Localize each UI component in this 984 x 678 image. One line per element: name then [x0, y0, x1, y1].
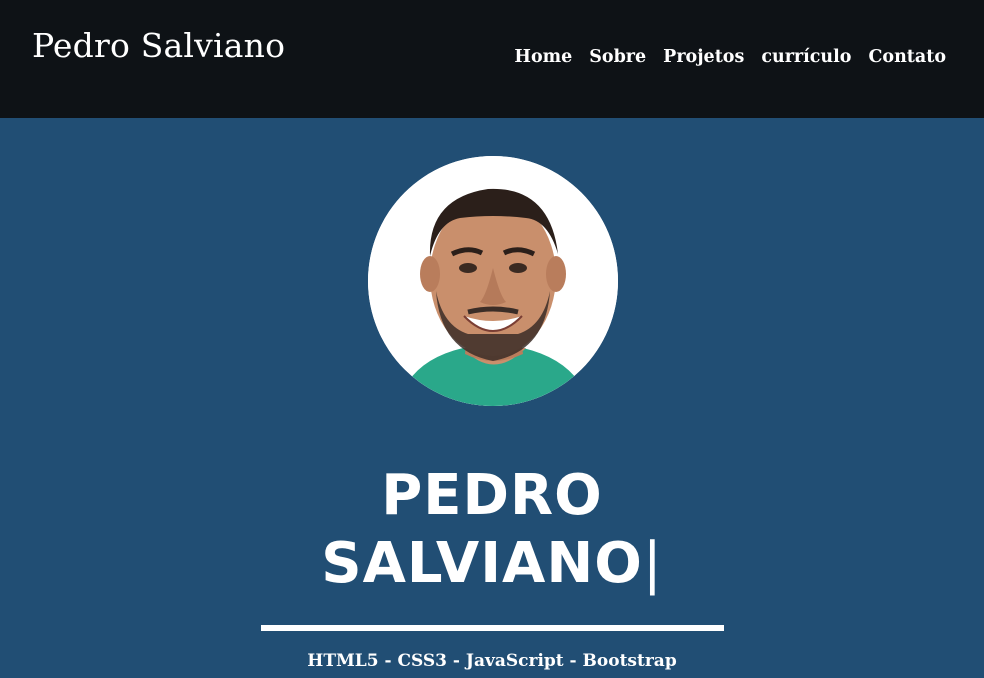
- nav-menu: Home Sobre Projetos currículo Contato: [514, 47, 946, 67]
- typing-cursor: |: [642, 531, 663, 596]
- profile-avatar: [368, 156, 618, 406]
- hero-section: PEDRO SALVIANO| HTML5 - CSS3 - JavaScrip…: [0, 118, 984, 678]
- nav-link-sobre[interactable]: Sobre: [589, 47, 646, 67]
- profile-photo-icon: [368, 156, 618, 406]
- navbar: Pedro Salviano Home Sobre Projetos currí…: [0, 0, 984, 118]
- nav-link-curriculo[interactable]: currículo: [761, 47, 851, 67]
- hero-name-line2: SALVIANO: [321, 531, 643, 596]
- nav-link-contato[interactable]: Contato: [868, 47, 946, 67]
- nav-link-projetos[interactable]: Projetos: [663, 47, 744, 67]
- hero-name-line1: PEDRO: [381, 463, 603, 528]
- hero-name: PEDRO SALVIANO|: [0, 462, 984, 598]
- skills-line: HTML5 - CSS3 - JavaScript - Bootstrap: [307, 651, 677, 671]
- brand-logo[interactable]: Pedro Salviano: [32, 26, 285, 65]
- hero-divider: [261, 625, 724, 631]
- nav-link-home[interactable]: Home: [514, 47, 572, 67]
